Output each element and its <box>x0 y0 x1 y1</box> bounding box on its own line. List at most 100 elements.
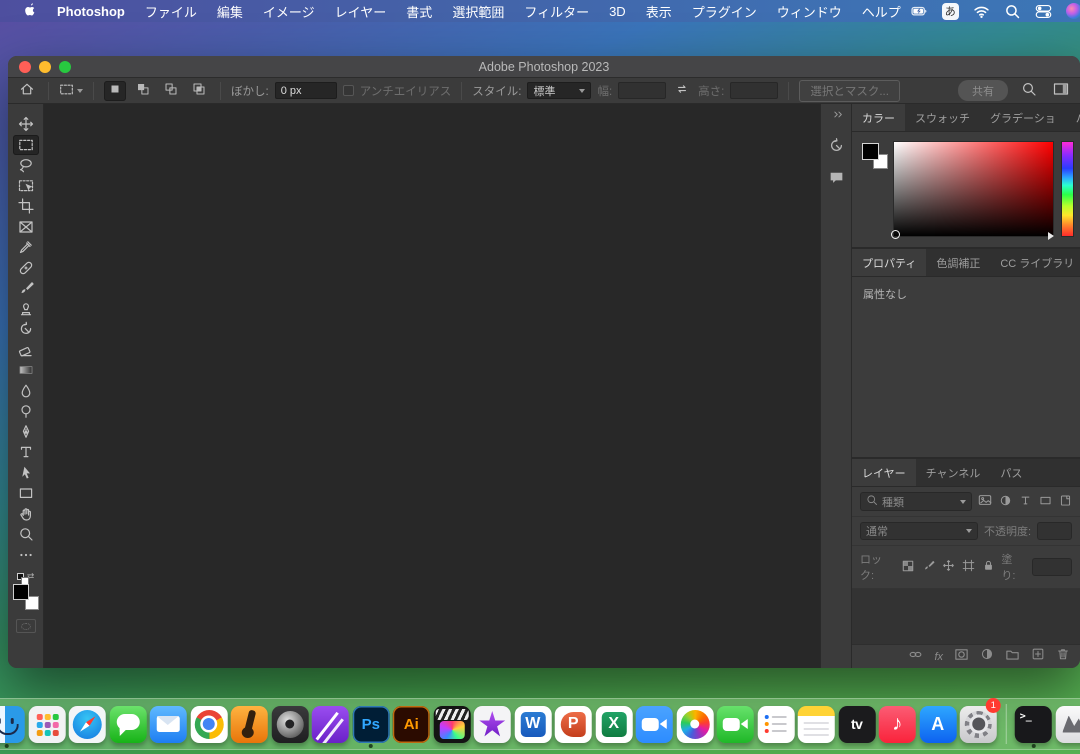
tab-cc-libraries[interactable]: CC ライブラリ <box>990 249 1080 276</box>
lock-position-icon[interactable] <box>942 559 955 575</box>
dock-item-music[interactable]: ♪ <box>878 701 917 747</box>
dodge-tool[interactable] <box>13 401 39 422</box>
quick-mask-button[interactable] <box>16 619 36 633</box>
tab-swatches[interactable]: スウォッチ <box>905 104 980 131</box>
dock-item-photoshop[interactable]: Ps <box>351 701 390 747</box>
width-input[interactable] <box>618 82 666 99</box>
dock-item-imovie[interactable] <box>473 701 512 747</box>
tab-color[interactable]: カラー <box>852 104 905 131</box>
spotlight-search-icon[interactable] <box>1004 3 1021 20</box>
feather-input[interactable]: 0 px <box>275 82 337 99</box>
clone-stamp-tool[interactable] <box>13 299 39 320</box>
saturation-brightness-field[interactable] <box>893 141 1054 237</box>
dock-item-affinity-photo[interactable] <box>311 701 350 747</box>
shape-layer-filter-icon[interactable] <box>1039 494 1052 510</box>
layer-style-fx-icon[interactable]: fx <box>934 651 943 663</box>
default-and-swap-colors[interactable]: ⇄ <box>17 571 35 582</box>
menu-item-3D[interactable]: 3D <box>599 0 636 22</box>
new-selection-button[interactable] <box>104 81 126 101</box>
adjustment-layer-filter-icon[interactable] <box>999 494 1012 510</box>
title-bar[interactable]: Adobe Photoshop 2023 <box>8 56 1080 78</box>
dock-item-notes[interactable] <box>797 701 836 747</box>
adjustment-layer-icon[interactable] <box>980 647 994 666</box>
blend-mode-select[interactable]: 通常 <box>860 522 978 540</box>
dock-item-messages[interactable] <box>108 701 147 747</box>
minimize-button[interactable] <box>39 61 51 73</box>
expand-panels-button[interactable] <box>826 104 851 128</box>
link-layers-icon[interactable] <box>908 647 923 667</box>
tab-patterns[interactable]: パターン <box>1066 104 1080 131</box>
delete-layer-icon[interactable] <box>1056 647 1070 666</box>
search-button[interactable] <box>1018 79 1040 102</box>
comments-panel-button[interactable] <box>824 168 848 192</box>
tool-preset-dropdown[interactable] <box>59 82 83 100</box>
ellipsis-tool[interactable] <box>13 545 39 566</box>
lasso-tool[interactable] <box>13 155 39 176</box>
menu-item-ファイル[interactable]: ファイル <box>135 0 207 22</box>
control-center-icon[interactable] <box>1035 3 1052 20</box>
menu-item-プラグイン[interactable]: プラグイン <box>682 0 767 22</box>
tab-layers[interactable]: レイヤー <box>852 459 916 486</box>
home-button[interactable] <box>16 79 38 102</box>
dock-item-safari[interactable] <box>68 701 107 747</box>
history-brush-tool[interactable] <box>13 319 39 340</box>
smart-object-filter-icon[interactable] <box>1059 494 1072 510</box>
dock-item-excel[interactable]: X <box>594 701 633 747</box>
dock-item-app-store[interactable]: A <box>918 701 957 747</box>
foreground-color-swatch[interactable] <box>13 584 29 600</box>
healing-brush-tool[interactable] <box>13 258 39 279</box>
workspace-switcher-button[interactable] <box>1050 79 1072 102</box>
dock-item-final-cut-pro[interactable] <box>432 701 471 747</box>
lock-pixels-icon[interactable] <box>922 559 935 575</box>
history-panel-button[interactable] <box>824 136 848 160</box>
brush-tool[interactable] <box>13 278 39 299</box>
new-layer-icon[interactable] <box>1031 647 1045 666</box>
close-button[interactable] <box>19 61 31 73</box>
dock-item-terminal[interactable]: >_ <box>1014 701 1053 747</box>
object-selection-tool[interactable] <box>13 176 39 197</box>
layers-list[interactable] <box>852 589 1080 644</box>
crop-tool[interactable] <box>13 196 39 217</box>
lock-all-icon[interactable] <box>982 559 995 575</box>
lock-artboard-icon[interactable] <box>962 559 975 575</box>
add-selection-button[interactable] <box>132 81 154 101</box>
tab-adjustments[interactable]: 色調補正 <box>926 249 990 276</box>
eraser-tool[interactable] <box>13 340 39 361</box>
menu-item-Photoshop[interactable]: Photoshop <box>47 0 135 22</box>
siri-icon[interactable] <box>1066 3 1080 19</box>
menu-item-選択範囲[interactable]: 選択範囲 <box>442 0 514 22</box>
layer-filter-select[interactable]: 種類 <box>860 492 972 511</box>
menu-item-編集[interactable]: 編集 <box>207 0 253 22</box>
dock-item-system-settings[interactable]: 1 <box>959 701 998 747</box>
menu-item-ウィンドウ[interactable]: ウィンドウ <box>767 0 852 22</box>
new-group-icon[interactable] <box>1005 647 1020 667</box>
zoom-tool[interactable] <box>13 524 39 545</box>
intersect-selection-button[interactable] <box>188 81 210 101</box>
fill-input[interactable] <box>1032 558 1072 576</box>
apple-menu[interactable] <box>12 0 47 22</box>
hand-tool[interactable] <box>13 504 39 525</box>
add-mask-icon[interactable] <box>954 647 969 667</box>
tab-gradients[interactable]: グラデーショ <box>980 104 1066 131</box>
dock-item-word[interactable]: W <box>513 701 552 747</box>
eyedropper-tool[interactable] <box>13 237 39 258</box>
height-input[interactable] <box>730 82 778 99</box>
tab-properties[interactable]: プロパティ <box>852 249 926 276</box>
zoom-button[interactable] <box>59 61 71 73</box>
blur-tool[interactable] <box>13 381 39 402</box>
marquee-tool[interactable] <box>13 135 39 156</box>
tab-paths[interactable]: パス <box>990 459 1032 486</box>
dock-item-reminders[interactable] <box>756 701 795 747</box>
dock-item-utility-app[interactable] <box>1054 701 1080 747</box>
frame-tool[interactable] <box>13 217 39 238</box>
menu-item-フィルター[interactable]: フィルター <box>514 0 599 22</box>
share-button[interactable]: 共有 <box>958 80 1008 101</box>
battery-icon[interactable] <box>911 3 928 20</box>
shape-tool[interactable] <box>13 483 39 504</box>
menu-item-ヘルプ[interactable]: ヘルプ <box>852 0 911 22</box>
dock-item-logic-pro[interactable] <box>270 701 309 747</box>
dock-item-finder[interactable] <box>0 701 26 747</box>
dock-item-facetime[interactable] <box>716 701 755 747</box>
dock-item-illustrator[interactable]: Ai <box>392 701 431 747</box>
menu-item-書式[interactable]: 書式 <box>396 0 442 22</box>
